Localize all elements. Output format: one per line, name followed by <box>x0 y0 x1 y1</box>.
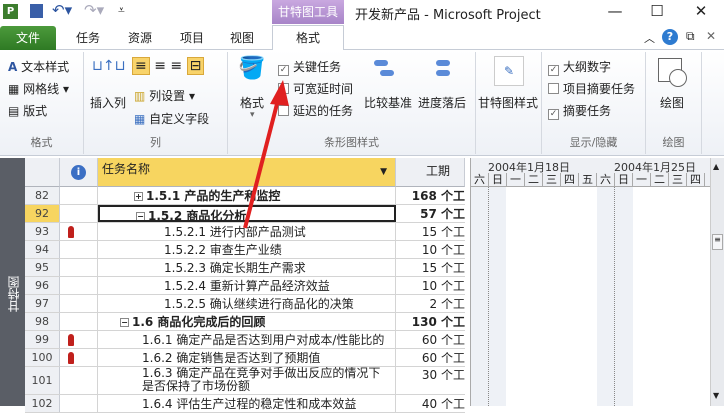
red-annotation-arrow <box>243 80 289 229</box>
